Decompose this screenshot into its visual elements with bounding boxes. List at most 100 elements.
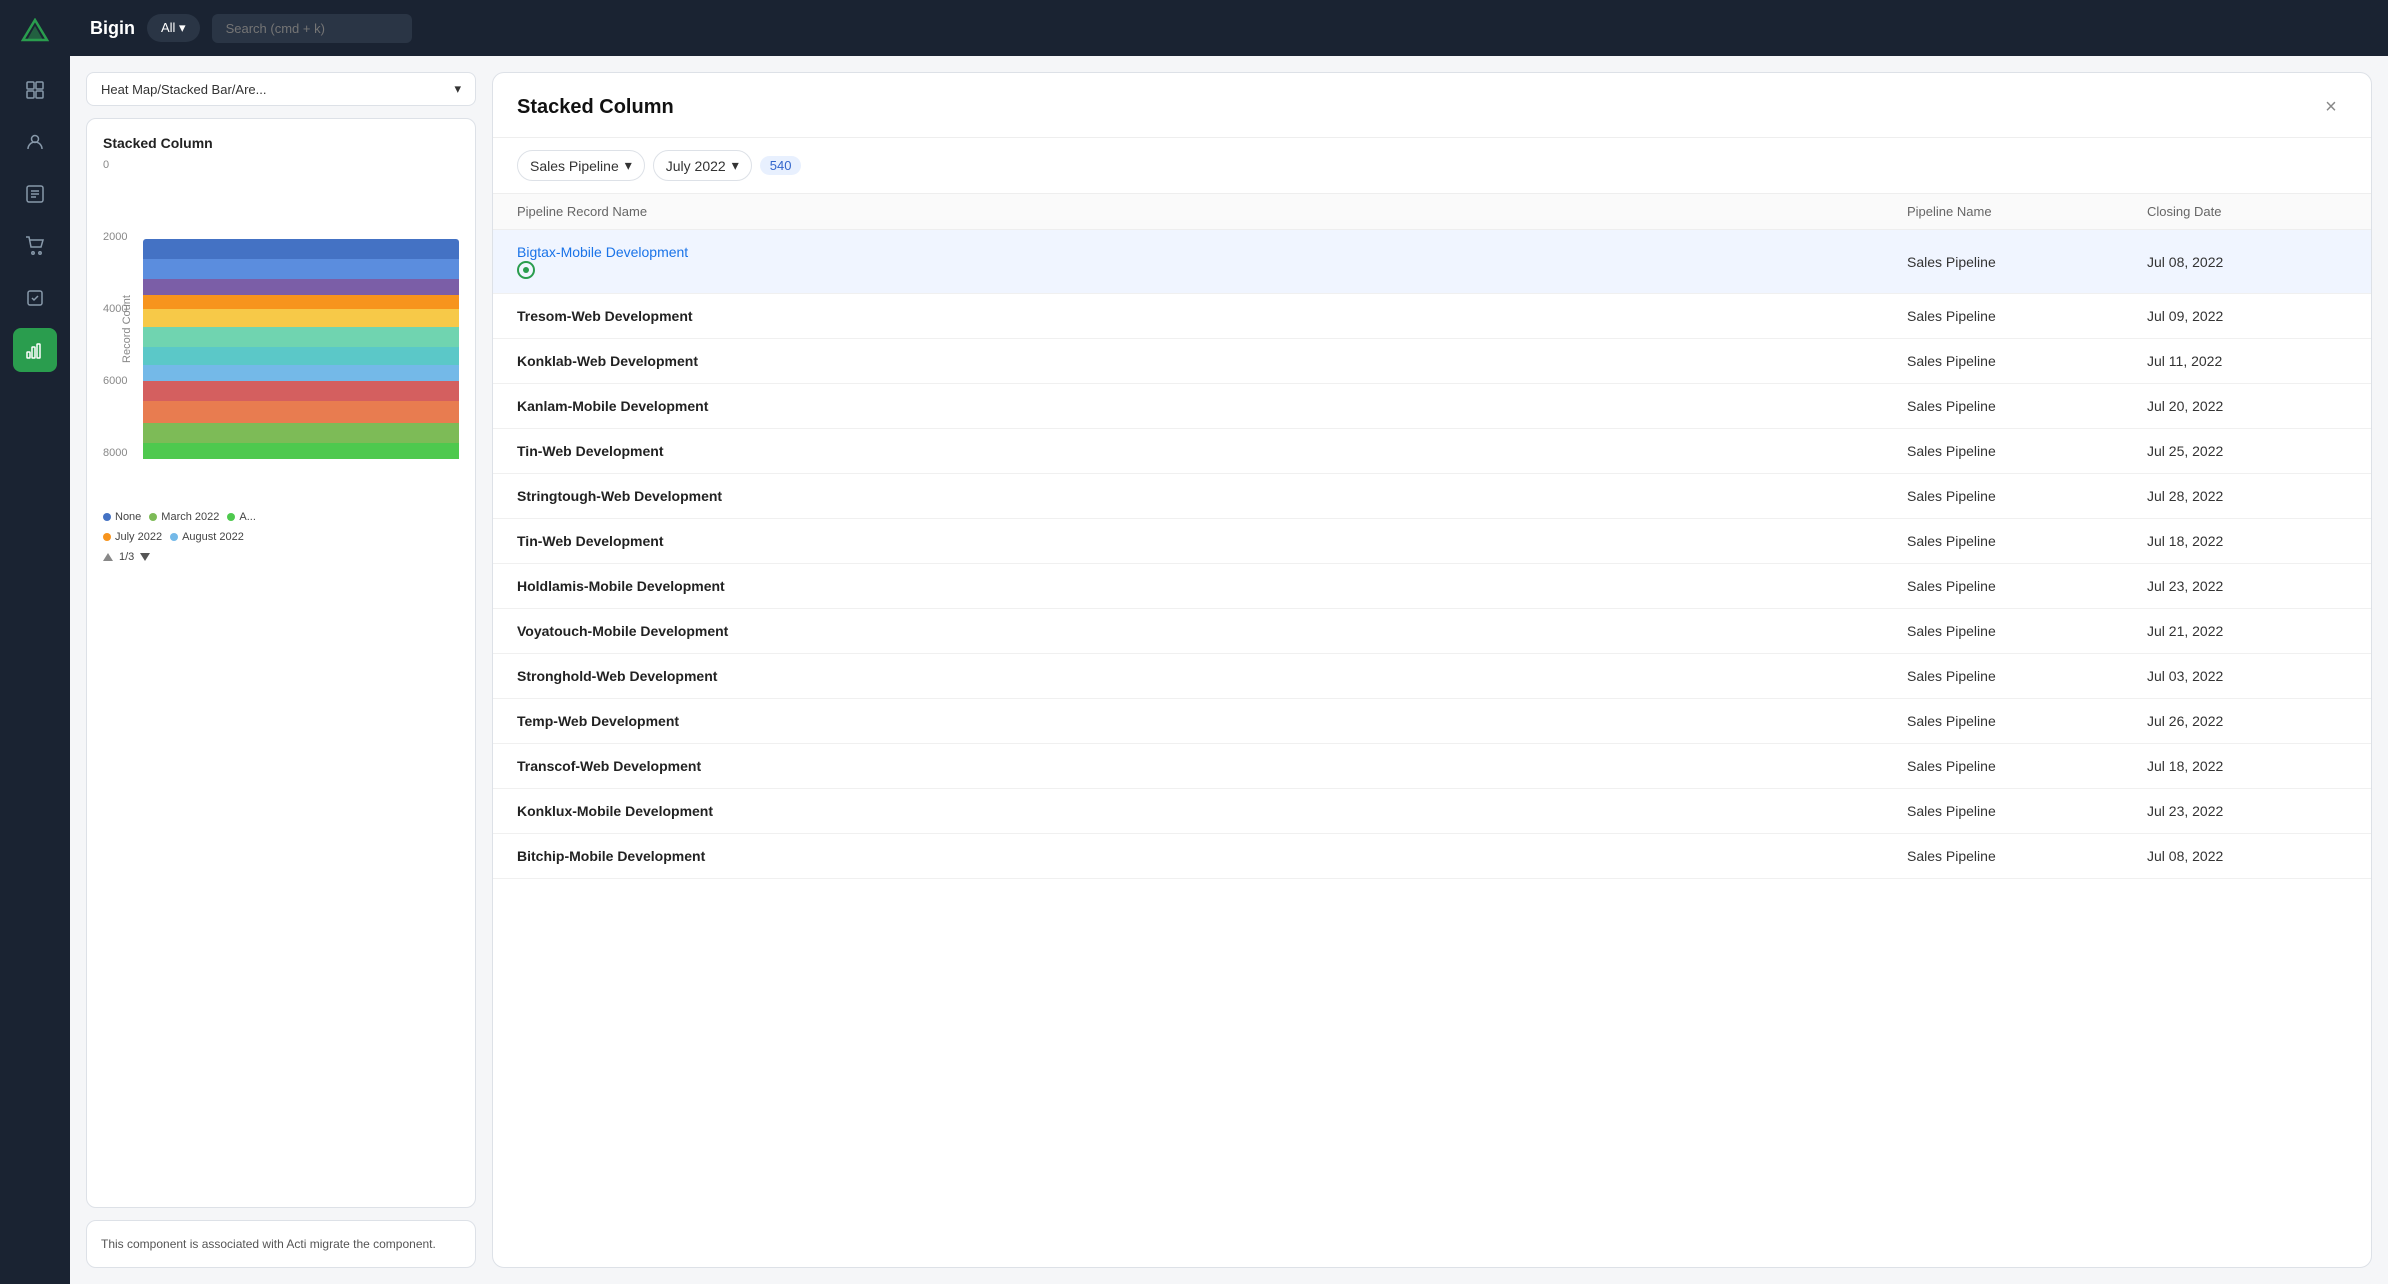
pipeline-name-cell: Sales Pipeline bbox=[1907, 623, 2147, 639]
table-body: Bigtax-Mobile DevelopmentSales PipelineJ… bbox=[493, 230, 2371, 1267]
bar-segment bbox=[143, 401, 459, 423]
app-logo[interactable] bbox=[15, 12, 55, 52]
closing-date-cell: Jul 26, 2022 bbox=[2147, 713, 2347, 729]
record-name: Konklux-Mobile Development bbox=[517, 803, 1907, 819]
bar-segment bbox=[143, 443, 459, 459]
main-area: Bigin ▽ All ▾ Heat Map/Stacked Bar/Are..… bbox=[70, 0, 2388, 1284]
pipeline-filter-button[interactable]: Sales Pipeline ▾ bbox=[517, 150, 645, 181]
pipeline-name-cell: Sales Pipeline bbox=[1907, 758, 2147, 774]
closing-date-cell: Jul 09, 2022 bbox=[2147, 308, 2347, 324]
table-row: Stringtough-Web DevelopmentSales Pipelin… bbox=[493, 474, 2371, 519]
sidebar-item-tasks[interactable] bbox=[13, 276, 57, 320]
chart-card-title: Stacked Column bbox=[103, 135, 459, 151]
brand-name: Bigin bbox=[90, 18, 135, 39]
record-name: Temp-Web Development bbox=[517, 713, 1907, 729]
closing-date-cell: Jul 28, 2022 bbox=[2147, 488, 2347, 504]
bar-segment bbox=[143, 347, 459, 365]
all-filter-button[interactable]: ▽ All ▾ bbox=[147, 14, 200, 42]
legend-item-none: None bbox=[103, 511, 141, 523]
bar-segment bbox=[143, 327, 459, 347]
bar-segment bbox=[143, 309, 459, 327]
table-row: Konklux-Mobile DevelopmentSales Pipeline… bbox=[493, 789, 2371, 834]
record-name: Stringtough-Web Development bbox=[517, 488, 1907, 504]
table-row: Bitchip-Mobile DevelopmentSales Pipeline… bbox=[493, 834, 2371, 879]
bar-segment bbox=[143, 239, 459, 259]
search-input[interactable] bbox=[212, 14, 412, 43]
chart-card: Stacked Column 8000 6000 4000 2000 0 Rec… bbox=[86, 118, 476, 1208]
bar-segment bbox=[143, 381, 459, 401]
pipeline-name-cell: Sales Pipeline bbox=[1907, 668, 2147, 684]
record-name: Holdlamis-Mobile Development bbox=[517, 578, 1907, 594]
closing-date-cell: Jul 08, 2022 bbox=[2147, 848, 2347, 864]
legend-prev-icon[interactable] bbox=[103, 553, 113, 561]
closing-date-cell: Jul 18, 2022 bbox=[2147, 533, 2347, 549]
closing-date-cell: Jul 21, 2022 bbox=[2147, 623, 2347, 639]
sidebar bbox=[0, 0, 70, 1284]
bar-segment bbox=[143, 295, 459, 309]
closing-date-cell: Jul 11, 2022 bbox=[2147, 353, 2347, 369]
modal-header: Stacked Column × bbox=[493, 73, 2371, 138]
closing-date-cell: Jul 18, 2022 bbox=[2147, 758, 2347, 774]
pipeline-name-cell: Sales Pipeline bbox=[1907, 488, 2147, 504]
record-name-link[interactable]: Bigtax-Mobile Development bbox=[517, 244, 1907, 260]
legend-dot-april bbox=[227, 513, 235, 521]
pipeline-name-cell: Sales Pipeline bbox=[1907, 848, 2147, 864]
record-name: Voyatouch-Mobile Development bbox=[517, 623, 1907, 639]
sidebar-item-analytics[interactable] bbox=[13, 328, 57, 372]
bar-segment bbox=[143, 365, 459, 381]
table-row: Tresom-Web DevelopmentSales PipelineJul … bbox=[493, 294, 2371, 339]
record-name: Tin-Web Development bbox=[517, 533, 1907, 549]
sidebar-item-list[interactable] bbox=[13, 172, 57, 216]
pipeline-name-cell: Sales Pipeline bbox=[1907, 533, 2147, 549]
modal-title: Stacked Column bbox=[517, 96, 674, 119]
bar-group bbox=[143, 239, 459, 459]
legend-item-april: A... bbox=[227, 511, 256, 523]
legend-dot-august2022 bbox=[170, 533, 178, 541]
sidebar-item-dashboard[interactable] bbox=[13, 68, 57, 112]
chart-bars-container bbox=[143, 159, 459, 459]
sidebar-item-cart[interactable] bbox=[13, 224, 57, 268]
legend-item-march2022: March 2022 bbox=[149, 511, 219, 523]
record-target-icon bbox=[517, 261, 535, 279]
chart-area: 8000 6000 4000 2000 0 Record Count bbox=[103, 159, 459, 499]
close-button[interactable]: × bbox=[2315, 91, 2347, 123]
record-name: Tresom-Web Development bbox=[517, 308, 1907, 324]
record-name: Konklab-Web Development bbox=[517, 353, 1907, 369]
col-header-pipeline-name: Pipeline Name bbox=[1907, 204, 2147, 219]
record-name: Kanlam-Mobile Development bbox=[517, 398, 1907, 414]
table-row: Bigtax-Mobile DevelopmentSales PipelineJ… bbox=[493, 230, 2371, 294]
chart-legend: None March 2022 A... July 2022 bbox=[103, 511, 459, 563]
table-row: Tin-Web DevelopmentSales PipelineJul 18,… bbox=[493, 519, 2371, 564]
info-card: This component is associated with Acti m… bbox=[86, 1220, 476, 1268]
table-row: Tin-Web DevelopmentSales PipelineJul 25,… bbox=[493, 429, 2371, 474]
table-header: Pipeline Record Name Pipeline Name Closi… bbox=[493, 194, 2371, 230]
content-area: Heat Map/Stacked Bar/Are... ▾ Stacked Co… bbox=[70, 56, 2388, 1284]
y-axis-title: Record Count bbox=[121, 295, 133, 363]
pipeline-name-cell: Sales Pipeline bbox=[1907, 578, 2147, 594]
count-badge: 540 bbox=[760, 156, 802, 175]
record-name: Tin-Web Development bbox=[517, 443, 1907, 459]
pipeline-name-cell: Sales Pipeline bbox=[1907, 254, 2147, 270]
pipeline-name-cell: Sales Pipeline bbox=[1907, 713, 2147, 729]
pipeline-name-cell: Sales Pipeline bbox=[1907, 353, 2147, 369]
legend-nav: 1/3 bbox=[103, 551, 150, 563]
closing-date-cell: Jul 25, 2022 bbox=[2147, 443, 2347, 459]
legend-next-icon[interactable] bbox=[140, 553, 150, 561]
pipeline-name-cell: Sales Pipeline bbox=[1907, 308, 2147, 324]
legend-dot-july2022 bbox=[103, 533, 111, 541]
left-panel: Heat Map/Stacked Bar/Are... ▾ Stacked Co… bbox=[86, 72, 476, 1268]
table-row: Kanlam-Mobile DevelopmentSales PipelineJ… bbox=[493, 384, 2371, 429]
col-header-closing-date: Closing Date bbox=[2147, 204, 2347, 219]
modal-filters: Sales Pipeline ▾ July 2022 ▾ 540 bbox=[493, 138, 2371, 194]
pipeline-name-cell: Sales Pipeline bbox=[1907, 443, 2147, 459]
date-filter-button[interactable]: July 2022 ▾ bbox=[653, 150, 752, 181]
table-row: Konklab-Web DevelopmentSales PipelineJul… bbox=[493, 339, 2371, 384]
table-row: Holdlamis-Mobile DevelopmentSales Pipeli… bbox=[493, 564, 2371, 609]
closing-date-cell: Jul 03, 2022 bbox=[2147, 668, 2347, 684]
closing-date-cell: Jul 08, 2022 bbox=[2147, 254, 2347, 270]
sidebar-item-contacts[interactable] bbox=[13, 120, 57, 164]
legend-dot-none bbox=[103, 513, 111, 521]
chart-type-selector[interactable]: Heat Map/Stacked Bar/Are... ▾ bbox=[86, 72, 476, 106]
record-name: Bitchip-Mobile Development bbox=[517, 848, 1907, 864]
closing-date-cell: Jul 20, 2022 bbox=[2147, 398, 2347, 414]
